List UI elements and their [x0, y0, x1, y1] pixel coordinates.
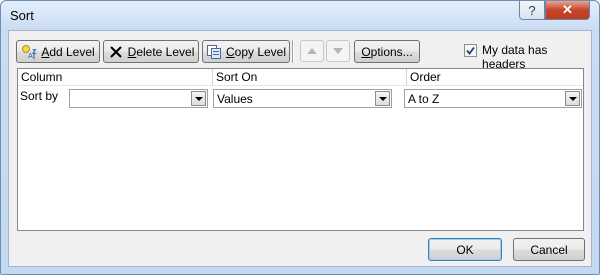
options-label: Options...	[361, 44, 413, 59]
checkmark-icon	[466, 46, 475, 55]
order-select-value: A to Z	[408, 92, 440, 106]
move-down-button[interactable]	[326, 40, 350, 62]
add-level-icon: A Z	[21, 44, 37, 60]
dialog-title: Sort	[10, 8, 34, 23]
copy-level-label: Copy Level	[225, 44, 287, 59]
cancel-button[interactable]: Cancel	[513, 238, 585, 261]
add-level-label: Add Level	[41, 44, 95, 59]
title-bar: Sort ? ✕	[1, 1, 599, 29]
options-button[interactable]: Options...	[354, 40, 420, 63]
column-header-sort-on: Sort On	[213, 69, 407, 86]
dialog-body: A Z Add Level Delete Level	[8, 30, 592, 267]
delete-x-icon	[108, 44, 124, 60]
copy-icon	[206, 44, 222, 60]
chevron-down-icon[interactable]	[375, 91, 390, 106]
column-header-column: Column	[18, 69, 213, 86]
my-data-has-headers-checkbox[interactable]	[464, 44, 477, 57]
delete-level-button[interactable]: Delete Level	[103, 40, 199, 63]
move-up-button[interactable]	[300, 40, 324, 62]
triangle-up-icon	[307, 48, 317, 54]
ok-button[interactable]: OK	[428, 238, 502, 261]
help-icon: ?	[528, 2, 536, 18]
close-button[interactable]: ✕	[545, 1, 590, 20]
triangle-down-icon	[333, 48, 343, 54]
sort-on-select-value: Values	[217, 92, 253, 106]
sort-on-select[interactable]: Values	[213, 89, 392, 108]
sort-dialog: Sort ? ✕ A Z Add Level	[0, 0, 600, 275]
my-data-has-headers-label[interactable]: My data has headers	[482, 43, 591, 71]
chevron-down-icon[interactable]	[565, 91, 580, 106]
close-icon: ✕	[562, 2, 573, 17]
toolbar-separator	[292, 40, 294, 63]
order-select[interactable]: A to Z	[404, 89, 582, 108]
sort-levels-grid: Column Sort On Order Sort by Values A to…	[17, 68, 584, 231]
sort-by-label: Sort by	[20, 89, 59, 103]
chevron-down-icon[interactable]	[191, 91, 206, 106]
help-button[interactable]: ?	[519, 1, 545, 20]
copy-level-button[interactable]: Copy Level	[202, 40, 290, 63]
add-level-button[interactable]: A Z Add Level	[16, 40, 100, 63]
column-select[interactable]	[69, 89, 208, 108]
delete-level-label: Delete Level	[127, 44, 195, 59]
column-header-order: Order	[407, 69, 583, 86]
